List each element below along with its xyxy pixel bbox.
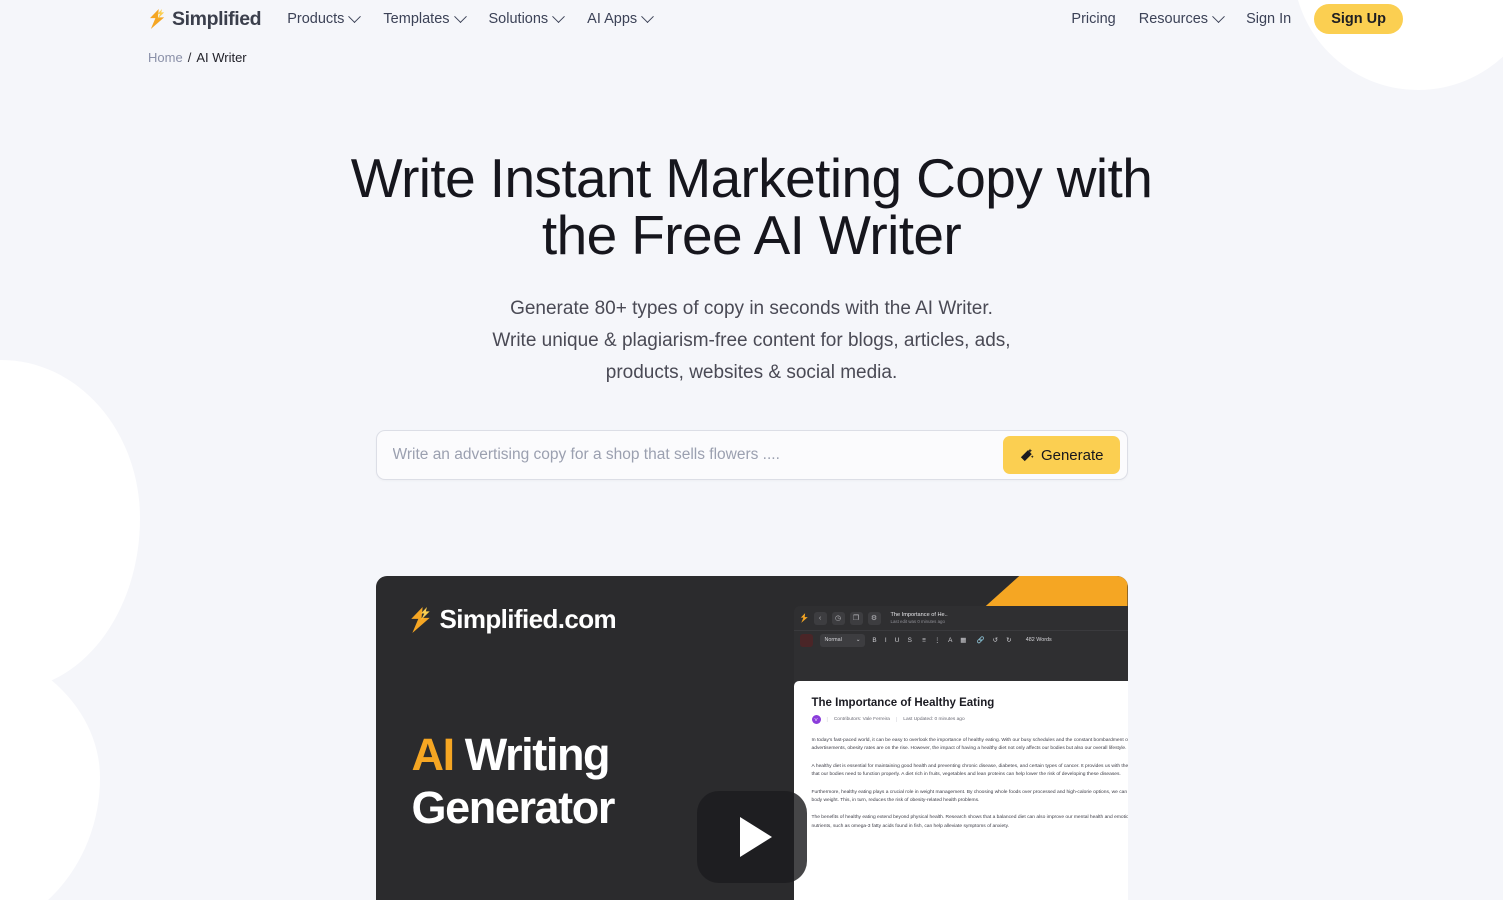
hero-section: Write Instant Marketing Copy with the Fr…: [0, 65, 1503, 389]
align-buttons-group[interactable]: ≡ ⋮ A ▦: [922, 636, 969, 644]
nav-item-solutions[interactable]: Solutions: [488, 9, 566, 27]
nav-item-sign-in[interactable]: Sign In: [1246, 11, 1291, 27]
document-paragraph: Furthermore, healthy eating plays a cruc…: [811, 789, 1128, 804]
nav-label-ai-apps: AI Apps: [587, 11, 638, 27]
document-paragraph: A healthy diet is essential for maintain…: [811, 763, 1128, 778]
copy-icon[interactable]: ❐: [849, 611, 863, 625]
app-document-page: The Importance of Healthy Eating V | Con…: [793, 681, 1128, 900]
nav-label-products: Products: [287, 11, 345, 27]
nav-item-pricing[interactable]: Pricing: [1071, 11, 1115, 27]
document-heading: The Importance of Healthy Eating: [811, 697, 995, 709]
meta-divider: |: [826, 716, 828, 723]
breadcrumb-separator: /: [187, 50, 192, 65]
format-buttons-group[interactable]: B I U S: [872, 637, 915, 644]
link-undo-redo-group[interactable]: 🔗 ↺ ↻: [977, 636, 1015, 644]
text-style-select[interactable]: Normal ⌄: [819, 633, 866, 647]
record-icon[interactable]: [799, 633, 813, 647]
video-headline-line2: Generator: [411, 782, 616, 833]
text-style-value: Normal: [824, 637, 842, 643]
hero-subtitle-line-2: Write unique & plagiarism-free content f…: [492, 330, 1011, 351]
video-brand-text: Simplified.com: [439, 604, 617, 634]
video-headline-rest: Writing: [453, 729, 611, 780]
breadcrumb: Home / AI Writer: [0, 38, 1503, 65]
play-button[interactable]: [696, 791, 807, 883]
chevron-down-icon: [348, 9, 362, 23]
nav-links: Products Templates Solutions AI Apps: [287, 9, 655, 27]
hero-subtitle-line-3: products, websites & social media.: [605, 362, 898, 383]
simplified-bolt-logo-icon: [150, 9, 165, 29]
generate-button-label: Generate: [1040, 446, 1104, 464]
meta-divider: |: [895, 716, 898, 723]
decorative-blob-left: [0, 360, 140, 690]
prompt-input[interactable]: [376, 446, 1003, 464]
word-count-label: 482 Words: [1025, 637, 1052, 643]
video-brand: Simplified.com: [409, 604, 617, 635]
page-root: Simplified Products Templates Solutions …: [0, 0, 1503, 900]
hero-subtitle: Generate 80+ types of copy in seconds wi…: [0, 293, 1503, 389]
simplified-bolt-logo-icon: [800, 613, 808, 623]
nav-item-ai-apps[interactable]: AI Apps: [587, 9, 655, 27]
nav-right-group: Pricing Resources Sign In Sign Up: [1071, 4, 1403, 34]
app-doc-title-group: The Importance of He.. Last edit was 0 m…: [891, 612, 948, 623]
nav-label-pricing: Pricing: [1071, 11, 1116, 27]
document-contributors: Contributors: Vale Ferreira: [833, 717, 890, 722]
app-topbar: ‹ ◷ ❐ ⚙ The Importance of He.. Last edit…: [793, 606, 1128, 630]
video-headline: AI Writing Generator: [411, 728, 616, 834]
sign-up-button[interactable]: Sign Up: [1314, 4, 1403, 34]
decorative-blob-left-lower: [0, 640, 100, 900]
chevron-down-icon: ⌄: [855, 637, 861, 643]
chevron-down-icon: [552, 9, 566, 23]
breadcrumb-current: AI Writer: [196, 50, 247, 65]
nav-label-resources: Resources: [1138, 11, 1209, 27]
magic-wand-icon: [1020, 448, 1034, 461]
breadcrumb-home-link[interactable]: Home: [148, 50, 183, 65]
hero-subtitle-line-1: Generate 80+ types of copy in seconds wi…: [510, 298, 993, 319]
avatar: V: [811, 715, 821, 724]
back-icon[interactable]: ‹: [813, 611, 827, 625]
chevron-down-icon: [1212, 9, 1225, 23]
document-meta: V | Contributors: Vale Ferreira | Last U…: [811, 715, 1128, 724]
nav-label-sign-in: Sign In: [1246, 11, 1292, 27]
app-editor-toolbar: Normal ⌄ B I U S ≡ ⋮ A ▦ 🔗 ↺ ↻ 482 Words: [793, 630, 1128, 649]
brand-logo[interactable]: Simplified: [148, 7, 262, 31]
video-headline-ai: AI: [411, 729, 456, 780]
brand-name: Simplified: [172, 7, 262, 30]
document-body: In today's fast-paced world, it can be e…: [812, 737, 1128, 831]
app-screenshot-mock: ‹ ◷ ❐ ⚙ The Importance of He.. Last edit…: [793, 606, 1128, 900]
history-icon[interactable]: ◷: [831, 611, 845, 625]
app-doc-subtitle: Last edit was 0 minutes ago: [890, 618, 945, 624]
document-paragraph: The benefits of healthy eating extend be…: [811, 815, 1128, 829]
simplified-bolt-logo-icon: [410, 606, 430, 633]
nav-label-templates: Templates: [383, 11, 450, 27]
generate-button[interactable]: Generate: [1002, 436, 1120, 474]
document-paragraph: In today's fast-paced world, it can be e…: [811, 738, 1128, 752]
document-updated: Last Updated: 0 minutes ago: [903, 717, 965, 722]
nav-item-resources[interactable]: Resources: [1138, 9, 1225, 27]
video-thumbnail-card[interactable]: Simplified.com AI Writing Generator ‹ ◷ …: [375, 576, 1128, 900]
settings-icon[interactable]: ⚙: [867, 611, 881, 625]
app-doc-title: The Importance of He..: [890, 612, 948, 619]
nav-item-products[interactable]: Products: [287, 9, 362, 27]
chevron-down-icon: [641, 9, 655, 23]
page-title: Write Instant Marketing Copy with the Fr…: [350, 147, 1153, 266]
chevron-down-icon: [453, 9, 467, 23]
prompt-search-bar: Generate: [375, 430, 1128, 480]
top-navbar: Simplified Products Templates Solutions …: [0, 0, 1503, 38]
play-triangle-icon: [739, 817, 772, 857]
nav-label-solutions: Solutions: [488, 11, 549, 27]
nav-item-templates[interactable]: Templates: [383, 9, 467, 27]
